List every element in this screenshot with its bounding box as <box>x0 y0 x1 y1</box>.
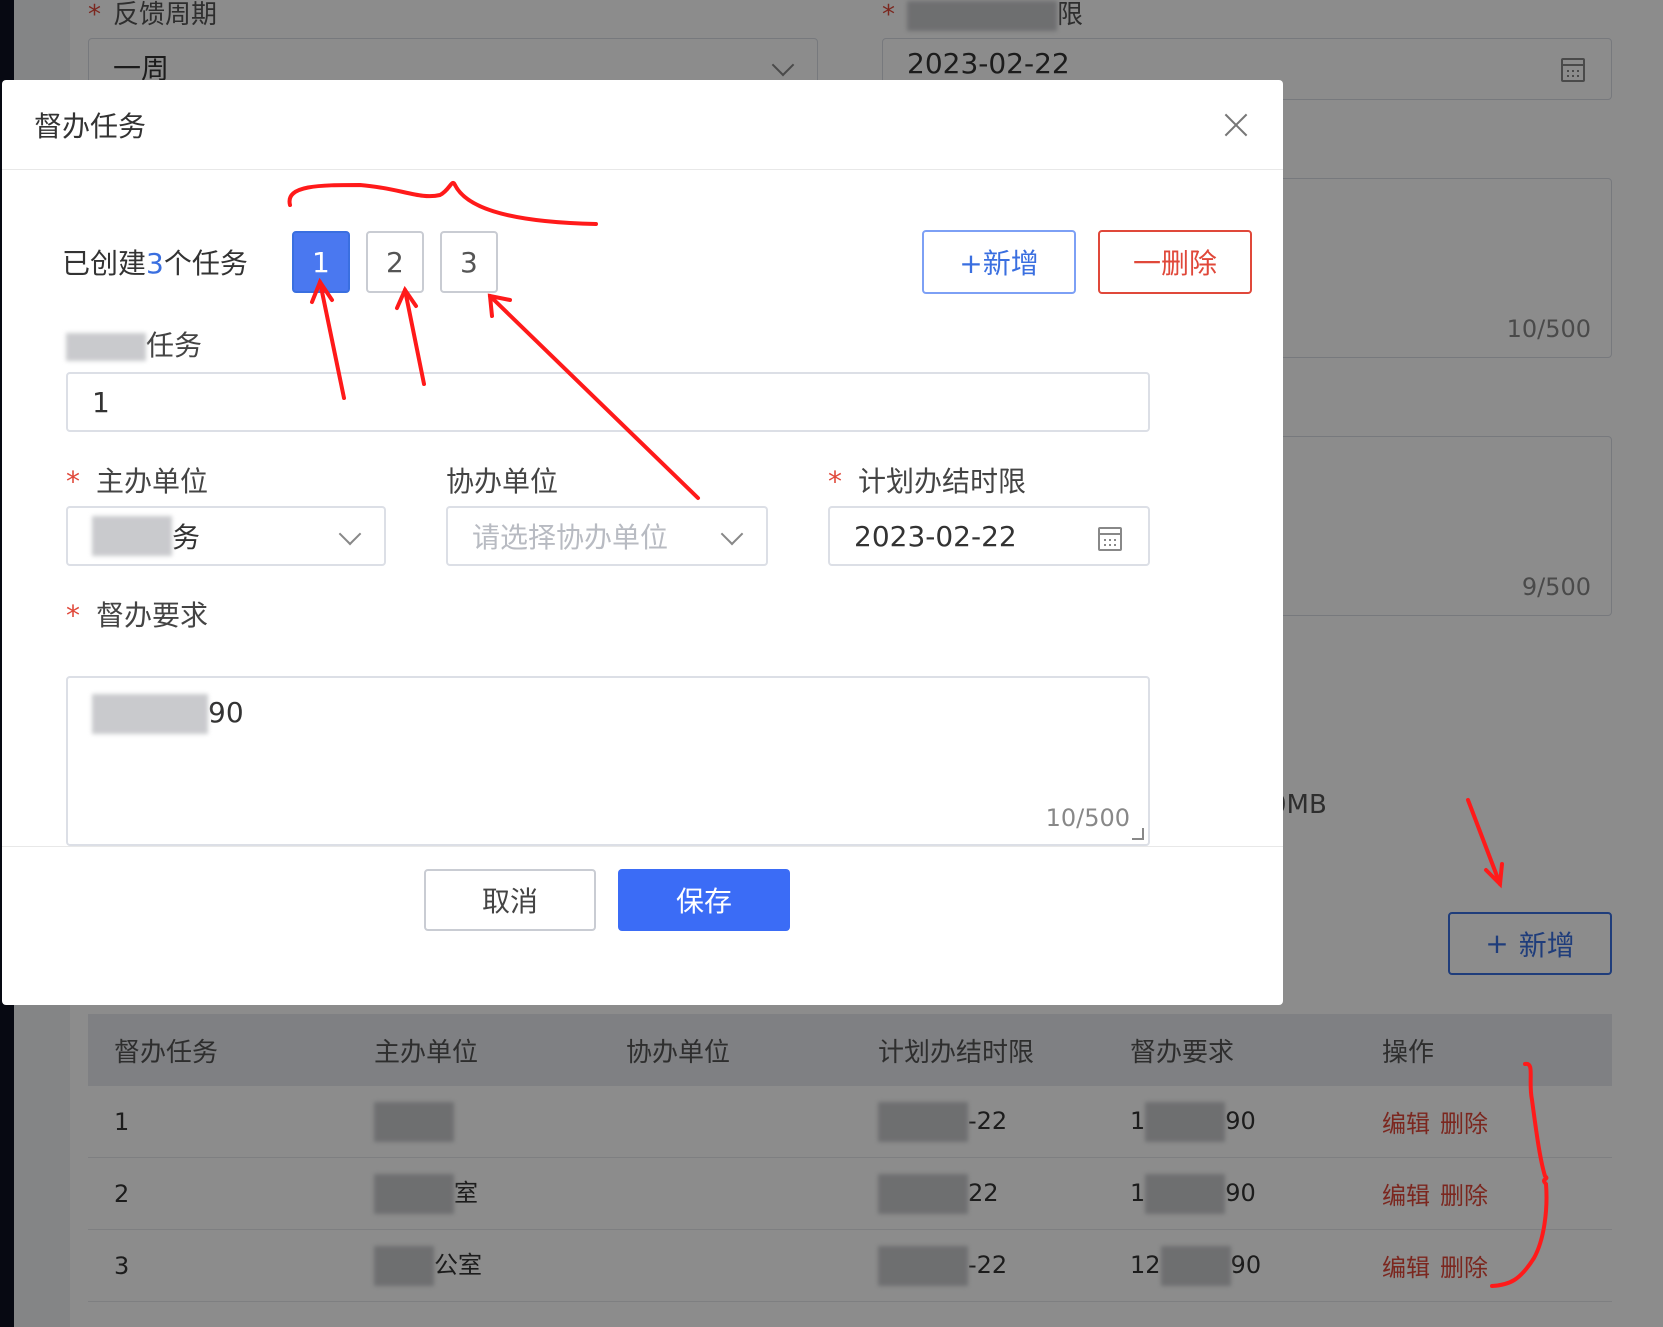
add-task-button[interactable]: +新增 <box>922 230 1076 294</box>
task-name-input[interactable]: 1 <box>66 372 1150 432</box>
resize-handle-icon[interactable] <box>1132 828 1144 840</box>
modal-title: 督办任务 <box>34 109 147 143</box>
calendar-icon <box>1098 527 1122 551</box>
host-unit-label: * 主办单位 <box>66 465 209 498</box>
modal-footer: 取消 保存 <box>2 846 1283 1006</box>
modal-header: 督办任务 <box>2 80 1283 170</box>
deadline-date-input[interactable]: 2023-02-22 <box>828 506 1150 566</box>
chevron-down-icon <box>720 522 744 546</box>
task-tab-1[interactable]: 1 <box>291 231 350 293</box>
close-icon[interactable] <box>1221 110 1251 140</box>
task-tabs-row: 已创建3个任务 1 2 3 +新增 一删除 <box>62 230 1252 294</box>
save-button[interactable]: 保存 <box>618 869 790 931</box>
requirement-label: * 督办要求 <box>66 599 209 632</box>
task-name-label: 任务 <box>66 324 202 364</box>
host-unit-select[interactable]: 务 <box>66 506 386 566</box>
delete-task-button[interactable]: 一删除 <box>1098 230 1252 294</box>
task-tab-3[interactable]: 3 <box>439 231 498 293</box>
assist-unit-select[interactable]: 请选择协办单位 <box>446 506 768 566</box>
requirement-char-count: 10/500 <box>1045 804 1130 832</box>
assist-unit-label: 协办单位 <box>446 465 559 498</box>
task-modal: 督办任务 已创建3个任务 1 2 3 +新增 一删除 任务 1 * 主办单位 务 … <box>2 80 1283 1005</box>
deadline-label: * 计划办结时限 <box>828 465 1027 498</box>
chevron-down-icon <box>338 522 362 546</box>
task-tab-2[interactable]: 2 <box>365 231 424 293</box>
created-count-text: 已创建3个任务 <box>62 247 248 280</box>
cancel-button[interactable]: 取消 <box>424 869 596 931</box>
requirement-textarea[interactable]: 90 10/500 <box>66 676 1150 846</box>
